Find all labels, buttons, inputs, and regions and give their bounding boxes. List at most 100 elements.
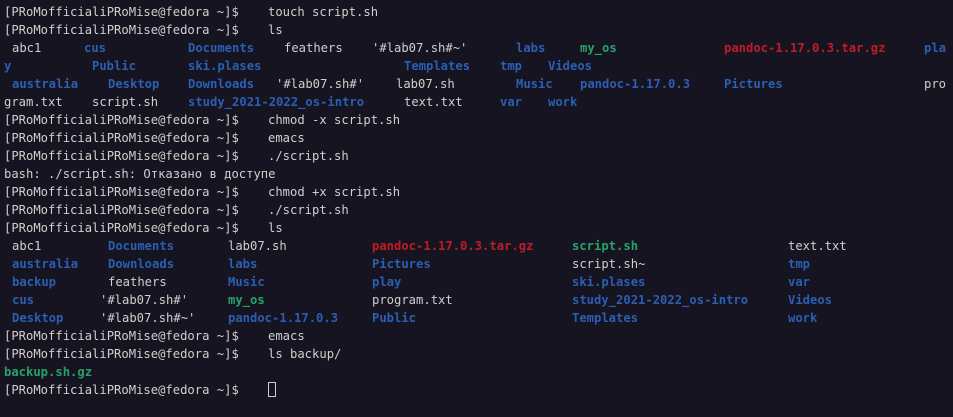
file-entry: text.txt [788, 239, 847, 253]
directory-entry: australia [12, 77, 79, 91]
executable-entry: my_os [228, 293, 265, 307]
shell-prompt: [PRoMofficialiPRoMise@fedora ~]$ [4, 23, 239, 37]
directory-entry: tmp [788, 257, 811, 271]
directory-entry: labs [228, 257, 258, 271]
shell-prompt: [PRoMofficialiPRoMise@fedora ~]$ [4, 131, 239, 145]
terminal-line: y Public ski.plases Templates tmp Videos [0, 57, 953, 75]
directory-entry: australia [12, 257, 79, 271]
file-entry: program.txt [372, 293, 453, 307]
directory-entry: Templates [404, 59, 471, 73]
terminal-line: australia Desktop Downloads '#lab07.sh#' lab… [0, 75, 953, 93]
command-text: chmod +x script.sh [268, 185, 401, 199]
shell-prompt: [PRoMofficialiPRoMise@fedora ~]$ [4, 113, 239, 127]
file-entry: '#lab07.sh#' [100, 293, 189, 307]
command-text: ./script.sh [268, 203, 349, 217]
terminal-line: [PRoMofficialiPRoMise@fedora ~]$ emacs [0, 327, 953, 345]
file-entry: feathers [108, 275, 167, 289]
file-entry: lab07.sh [228, 239, 287, 253]
executable-entry: script.sh [572, 239, 639, 253]
terminal-line: abc1 cus Documents feathers '#lab07.sh#~' lab… [0, 39, 953, 57]
command-output: bash: ./script.sh: Отказано в доступе [4, 167, 276, 181]
terminal-line: cus '#lab07.sh#' my_os program.txt study_202… [0, 291, 953, 309]
terminal-line: Desktop '#lab07.sh#~' pandoc-1.17.0.3 Publi… [0, 309, 953, 327]
command-text: emacs [268, 329, 305, 343]
directory-entry: pla [924, 41, 947, 55]
file-entry: text.txt [404, 95, 463, 109]
directory-entry: Desktop [108, 77, 160, 91]
directory-entry: Documents [108, 239, 175, 253]
shell-prompt: [PRoMofficialiPRoMise@fedora ~]$ [4, 329, 239, 343]
command-text: ls [268, 221, 283, 235]
directory-entry: labs [516, 41, 546, 55]
text-cursor[interactable] [268, 382, 276, 397]
directory-entry: Pictures [372, 257, 431, 271]
terminal-line: gram.txt script.sh study_2021-2022_os-intr… [0, 93, 953, 111]
directory-entry: work [548, 95, 578, 109]
file-entry: gram.txt [4, 95, 63, 109]
file-entry: '#lab07.sh#~' [100, 311, 196, 325]
archive-entry: pandoc-1.17.0.3.tar.gz [372, 239, 534, 253]
directory-entry: Videos [548, 59, 593, 73]
directory-entry: work [788, 311, 818, 325]
command-text: ls [268, 23, 283, 37]
terminal-line: australia Downloads labs Pictures script.sh~… [0, 255, 953, 273]
shell-prompt: [PRoMofficialiPRoMise@fedora ~]$ [4, 203, 239, 217]
file-entry: script.sh~ [572, 257, 646, 271]
terminal-line: [PRoMofficialiPRoMise@fedora ~]$ ls [0, 219, 953, 237]
shell-prompt: [PRoMofficialiPRoMise@fedora ~]$ [4, 347, 239, 361]
directory-entry: Public [92, 59, 137, 73]
directory-entry: Downloads [188, 77, 255, 91]
directory-entry: Music [228, 275, 265, 289]
directory-entry: var [788, 275, 811, 289]
directory-entry: pandoc-1.17.0.3 [228, 311, 339, 325]
directory-entry: cus [84, 41, 107, 55]
command-text: emacs [268, 131, 305, 145]
archive-entry: pandoc-1.17.0.3.tar.gz [724, 41, 886, 55]
terminal-line: backup.sh.gz [0, 363, 953, 381]
file-entry: '#lab07.sh#' [276, 77, 365, 91]
shell-prompt: [PRoMofficialiPRoMise@fedora ~]$ [4, 5, 239, 19]
terminal-line: [PRoMofficialiPRoMise@fedora ~]$ ./script… [0, 201, 953, 219]
file-entry: feathers [284, 41, 343, 55]
directory-entry: Templates [572, 311, 639, 325]
scrollbar[interactable] [947, 0, 953, 417]
terminal-line: [PRoMofficialiPRoMise@fedora ~]$ chmod +x… [0, 183, 953, 201]
file-entry: abc1 [12, 239, 42, 253]
directory-entry: var [500, 95, 523, 109]
file-entry: '#lab07.sh#~' [372, 41, 468, 55]
command-text: touch script.sh [268, 5, 379, 19]
command-text: ./script.sh [268, 149, 349, 163]
terminal-line: [PRoMofficialiPRoMise@fedora ~]$ [0, 381, 953, 399]
terminal-window[interactable]: [PRoMofficialiPRoMise@fedora ~]$ touch sc… [0, 0, 953, 417]
directory-entry: y [4, 59, 12, 73]
directory-entry: Downloads [108, 257, 175, 271]
executable-entry: backup.sh.gz [4, 365, 93, 379]
directory-entry: ski.plases [572, 275, 646, 289]
directory-entry: Music [516, 77, 553, 91]
file-entry: lab07.sh [396, 77, 455, 91]
directory-entry: Desktop [12, 311, 64, 325]
terminal-line: abc1 Documents lab07.sh pandoc-1.17.0.3.tar… [0, 237, 953, 255]
file-entry: abc1 [12, 41, 42, 55]
directory-entry: tmp [500, 59, 523, 73]
file-entry: pro [924, 77, 947, 91]
directory-entry: ski.plases [188, 59, 262, 73]
terminal-line: bash: ./script.sh: Отказано в доступе [0, 165, 953, 183]
directory-entry: play [372, 275, 402, 289]
directory-entry: Public [372, 311, 417, 325]
command-text: ls backup/ [268, 347, 342, 361]
command-text: chmod -x script.sh [268, 113, 401, 127]
shell-prompt: [PRoMofficialiPRoMise@fedora ~]$ [4, 383, 239, 397]
terminal-line: backup feathers Music play ski.plases var [0, 273, 953, 291]
terminal-line: [PRoMofficialiPRoMise@fedora ~]$ emacs [0, 129, 953, 147]
terminal-line: [PRoMofficialiPRoMise@fedora ~]$ ls [0, 21, 953, 39]
directory-entry: study_2021-2022_os-intro [572, 293, 749, 307]
executable-entry: my_os [580, 41, 617, 55]
file-entry: script.sh [92, 95, 159, 109]
terminal-line: [PRoMofficialiPRoMise@fedora ~]$ ls backu… [0, 345, 953, 363]
directory-entry: Pictures [724, 77, 783, 91]
directory-entry: cus [12, 293, 35, 307]
terminal-line: [PRoMofficialiPRoMise@fedora ~]$ chmod -x… [0, 111, 953, 129]
terminal-line: [PRoMofficialiPRoMise@fedora ~]$ ./script… [0, 147, 953, 165]
directory-entry: pandoc-1.17.0.3 [580, 77, 691, 91]
